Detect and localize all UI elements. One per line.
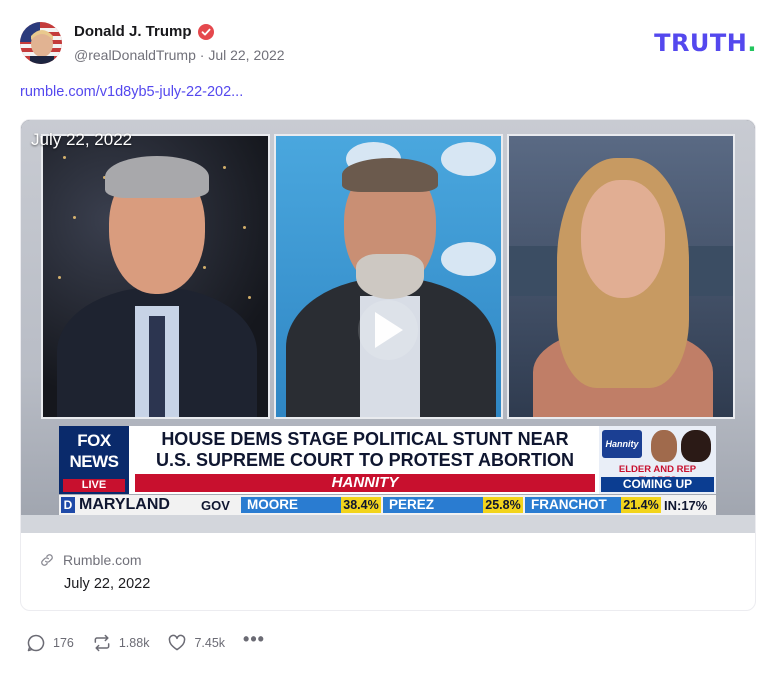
promo-box: Hannity ELDER AND REP FLORES COMING UP bbox=[599, 426, 716, 494]
ticker-candidate: FRANCHOT bbox=[525, 497, 621, 513]
reply-icon bbox=[27, 634, 45, 652]
ticker-candidate: PEREZ bbox=[383, 497, 483, 513]
guest-panel-2 bbox=[507, 134, 735, 419]
promo-guest-2 bbox=[681, 430, 711, 462]
post-meta: @realDonaldTrump · Jul 22, 2022 bbox=[74, 47, 285, 63]
more-button[interactable]: ••• bbox=[243, 629, 265, 650]
promo-guest-1 bbox=[651, 430, 677, 462]
network-line-1: FOX bbox=[77, 431, 111, 450]
like-count: 7.45k bbox=[194, 636, 226, 650]
post-header: Donald J. Trump @realDonaldTrump · Jul 2… bbox=[20, 20, 757, 66]
live-badge: LIVE bbox=[63, 479, 125, 492]
retruth-button[interactable]: 1.88k bbox=[92, 633, 150, 653]
show-name: HANNITY bbox=[135, 474, 595, 492]
card-title[interactable]: July 22, 2022 bbox=[64, 576, 150, 592]
promo-coming-up: COMING UP bbox=[601, 477, 714, 492]
heart-icon bbox=[169, 634, 186, 651]
avatar[interactable] bbox=[20, 22, 62, 64]
logo-dot: . bbox=[747, 29, 757, 57]
party-badge: D bbox=[61, 497, 75, 513]
post-link[interactable]: rumble.com/v1d8yb5-july-22-202... bbox=[20, 84, 243, 100]
like-button[interactable]: 7.45k bbox=[167, 633, 225, 653]
action-bar: 176 1.88k 7.45k ••• bbox=[26, 629, 283, 653]
more-icon: ••• bbox=[243, 628, 265, 649]
verified-badge-icon bbox=[197, 23, 214, 40]
ticker-strip bbox=[21, 515, 755, 533]
news-chyron: FOX NEWS LIVE HOUSE DEMS STAGE POLITICAL… bbox=[59, 426, 716, 494]
display-name[interactable]: Donald J. Trump bbox=[74, 23, 192, 40]
headline-line-1: HOUSE DEMS STAGE POLITICAL STUNT NEAR bbox=[161, 429, 569, 449]
video-date-overlay: July 22, 2022 bbox=[31, 130, 133, 149]
video-thumbnail[interactable]: July 22, 2022 FOX NEWS LIVE HOUSE DEMS S… bbox=[21, 120, 755, 533]
guest-panel-1 bbox=[274, 134, 503, 419]
link-preview-card[interactable]: July 22, 2022 FOX NEWS LIVE HOUSE DEMS S… bbox=[20, 119, 756, 611]
retruth-count: 1.88k bbox=[118, 636, 150, 650]
retruth-icon bbox=[94, 634, 110, 652]
reply-count: 176 bbox=[53, 636, 74, 650]
meta-separator: · bbox=[199, 47, 205, 63]
logo-text: TRUTH bbox=[654, 29, 748, 57]
network-line-2: NEWS bbox=[69, 452, 120, 471]
post-date[interactable]: Jul 22, 2022 bbox=[208, 47, 284, 63]
ticker-percent: 38.4% bbox=[341, 497, 381, 513]
ticker-state: MARYLAND bbox=[79, 496, 170, 513]
ticker-reporting: IN:17% bbox=[664, 498, 708, 513]
reply-button[interactable]: 176 bbox=[26, 633, 74, 653]
play-icon[interactable] bbox=[375, 312, 403, 348]
election-ticker: D MARYLAND GOV MOORE 38.4% PEREZ 25.8% F… bbox=[59, 495, 716, 515]
ticker-percent: 21.4% bbox=[621, 497, 661, 513]
link-icon bbox=[41, 554, 53, 566]
host-panel bbox=[41, 134, 270, 419]
promo-show-logo: Hannity bbox=[602, 430, 642, 458]
ticker-percent: 25.8% bbox=[483, 497, 523, 513]
truth-logo[interactable]: TRUTH. bbox=[654, 29, 757, 57]
network-logo: FOX NEWS LIVE bbox=[59, 426, 129, 494]
ticker-race: GOV bbox=[201, 498, 230, 513]
card-source-row[interactable]: Rumble.com bbox=[39, 552, 142, 568]
ticker-candidate: MOORE bbox=[241, 497, 341, 513]
card-source[interactable]: Rumble.com bbox=[63, 552, 142, 568]
user-handle[interactable]: @realDonaldTrump bbox=[74, 47, 196, 63]
